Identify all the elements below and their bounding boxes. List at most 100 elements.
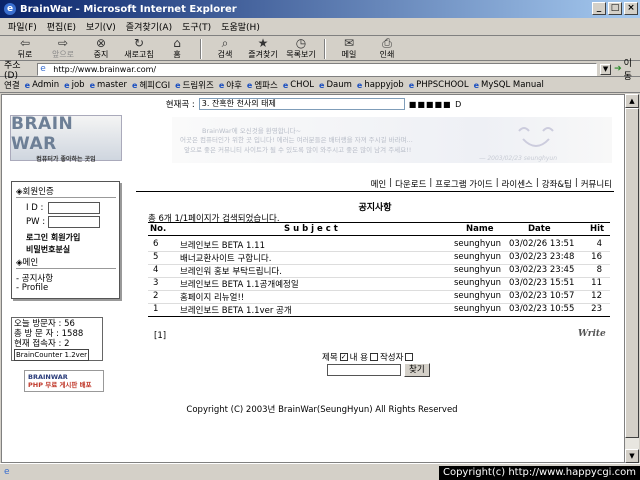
row-hit: 11: [591, 278, 602, 288]
row-subject-link[interactable]: 홈페이지 리뉴얼!!: [180, 291, 244, 303]
link-page-icon: e: [356, 80, 363, 90]
author-checkbox[interactable]: [405, 353, 414, 361]
search-icon: ⌕: [221, 36, 229, 50]
refresh-button[interactable]: ↻ 새로고침: [122, 37, 156, 60]
window-title: BrainWar - Microsoft Internet Explorer: [20, 3, 237, 15]
mail-button[interactable]: ✉ 메일: [332, 37, 366, 60]
row-subject-link[interactable]: 브레인보드 BETA 1.1공개예정일: [180, 278, 299, 290]
table-row[interactable]: 5 배너교환사이트 구합니다. seunghyun 03/02/23 23:48…: [148, 252, 610, 264]
link-happyjob[interactable]: e happyjob: [357, 80, 404, 90]
banner-line-2: 어곳은 컴퓨터인가 위한 곳 입니다! 에러는 여러분들은 배터랭을 자져 주시…: [180, 136, 413, 144]
col-no: No.: [150, 224, 167, 234]
history-button[interactable]: ◷ 목록보기: [284, 37, 318, 60]
link-admin[interactable]: e Admin: [25, 80, 60, 90]
nav-program-guide[interactable]: 프로그램 가이드: [435, 178, 492, 190]
nav-main[interactable]: 메인: [371, 178, 387, 190]
link-happycgi[interactable]: e 헤피CGI: [132, 79, 170, 92]
nav-license[interactable]: 라이센스: [502, 178, 533, 190]
id-label: I D :: [26, 203, 44, 213]
link-phpschool[interactable]: e PHPSCHOOL: [409, 80, 469, 90]
address-input[interactable]: e http://www.brainwar.com/: [37, 62, 598, 76]
music-song-box: 3. 잔혹한 천사의 태제: [198, 98, 405, 110]
row-date: 03/02/23 23:45: [509, 265, 575, 275]
lost-password-link[interactable]: 비밀번호분실: [26, 244, 70, 255]
address-dropdown-button[interactable]: ▼: [600, 63, 612, 75]
menu-profile-link[interactable]: - Profile: [16, 283, 48, 293]
member-header: ◈회원인증: [16, 187, 54, 197]
table-row[interactable]: 2 홈페이지 리뉴얼!! seunghyun 03/02/23 10:57 12: [148, 291, 610, 303]
scroll-thumb[interactable]: [625, 108, 639, 438]
row-subject-link[interactable]: 브레인워 홍보 부탁드립니다.: [180, 265, 282, 277]
counter-version[interactable]: BrainCounter 1.2ver: [14, 349, 90, 361]
link-master[interactable]: e master: [90, 80, 127, 90]
site-logo[interactable]: BRAIN WAR 컴퓨터가 좋아하는 곳임: [10, 113, 122, 163]
link-page-icon: e: [175, 80, 181, 90]
link-yahoo[interactable]: e 야후: [219, 79, 242, 92]
login-join-link[interactable]: 로그인 회원가입: [26, 232, 80, 243]
nav-tips[interactable]: 강좌&팁: [542, 178, 572, 190]
link-job[interactable]: e job: [64, 80, 84, 90]
table-row[interactable]: 4 브레인워 홍보 부탁드립니다. seunghyun 03/02/23 23:…: [148, 265, 610, 277]
logo-subtitle: 컴퓨터가 좋아하는 곳임: [36, 155, 96, 163]
menu-tools[interactable]: 도구(T): [182, 20, 211, 33]
row-date: 03/02/23 10:55: [509, 304, 575, 314]
table-row[interactable]: 1 브레인보드 BETA 1.1ver 공개 seunghyun 03/02/2…: [148, 304, 610, 316]
search-submit-button[interactable]: 찾기: [404, 363, 430, 377]
vertical-scrollbar[interactable]: ▲ ▼: [625, 94, 639, 463]
subject-option-label: 제목: [322, 353, 338, 363]
table-top-line: [148, 222, 610, 223]
id-input[interactable]: [48, 202, 100, 214]
search-button[interactable]: ⌕ 검색: [208, 37, 242, 60]
password-input[interactable]: [48, 216, 100, 228]
link-chol[interactable]: e CHOL: [283, 80, 314, 90]
stop-button[interactable]: ⊗ 중지: [84, 37, 118, 60]
menu-view[interactable]: 보기(V): [86, 20, 116, 33]
row-subject-link[interactable]: 배너교환사이트 구합니다.: [180, 252, 271, 264]
subject-checkbox[interactable]: ✓: [339, 353, 348, 361]
scroll-down-arrow-icon[interactable]: ▼: [625, 449, 639, 463]
search-options: 제목 ✓ 내 용 작성자: [322, 351, 414, 363]
link-page-icon: e: [282, 80, 289, 90]
logo-title: BRAIN WAR: [11, 113, 74, 154]
nav-download[interactable]: 다운로드: [395, 178, 426, 190]
scroll-up-arrow-icon[interactable]: ▲: [625, 94, 639, 108]
favorites-button[interactable]: ★ 즐겨찾기: [246, 37, 280, 60]
top-nav: 메인 | 다운로드 | 프로그램 가이드 | 라이센스 | 강좌&팁 | 커뮤니티: [342, 178, 612, 190]
go-arrow-icon: ➔: [614, 64, 622, 74]
print-icon: ⎙: [382, 36, 392, 50]
menu-edit[interactable]: 편집(E): [47, 20, 76, 33]
brainwar-badge[interactable]: BRAINWAR PHP 무료 게시판 배포: [24, 370, 104, 392]
search-row: 찾기: [327, 363, 430, 377]
forward-button[interactable]: ⇨ 앞으로: [46, 37, 80, 60]
close-button[interactable]: ×: [624, 2, 638, 15]
history-icon: ◷: [295, 36, 307, 50]
maximize-button[interactable]: □: [608, 2, 622, 15]
table-row[interactable]: 6 브레인보드 BETA 1.11 seunghyun 03/02/26 13:…: [148, 239, 610, 251]
link-daum[interactable]: e Daum: [319, 80, 352, 90]
nav-community[interactable]: 커뮤니티: [581, 178, 612, 190]
print-button[interactable]: ⎙ 인쇄: [370, 37, 404, 60]
row-subject-link[interactable]: 브레인보드 BETA 1.11: [180, 239, 265, 251]
row-hit: 8: [596, 265, 602, 275]
pagination[interactable]: [1]: [154, 331, 166, 341]
write-button[interactable]: Write: [578, 329, 606, 339]
music-controls[interactable]: ■■■■■ D: [409, 100, 463, 109]
menu-file[interactable]: 파일(F): [8, 20, 37, 33]
table-row[interactable]: 3 브레인보드 BETA 1.1공개예정일 seunghyun 03/02/23…: [148, 278, 610, 290]
col-name: Name: [466, 224, 494, 234]
link-dreamwiz[interactable]: e 드림위즈: [175, 79, 214, 92]
minimize-button[interactable]: _: [592, 2, 606, 15]
link-empas[interactable]: e 엠파스: [247, 79, 278, 92]
row-subject-link[interactable]: 브레인보드 BETA 1.1ver 공개: [180, 304, 292, 316]
menu-help[interactable]: 도움말(H): [221, 20, 260, 33]
visitor-counter: 오늘 방문자 : 56 총 방 문 자 : 1588 현재 접속자 : 2 Br…: [11, 317, 103, 361]
menu-favorites[interactable]: 즐겨찾기(A): [126, 20, 172, 33]
favorites-icon: ★: [257, 36, 269, 50]
divider: [16, 197, 116, 198]
search-input[interactable]: [327, 364, 401, 376]
nav-separator: |: [574, 178, 578, 188]
link-mysql-manual[interactable]: e MySQL Manual: [474, 80, 544, 90]
content-checkbox[interactable]: [369, 353, 378, 361]
home-button[interactable]: ⌂ 홈: [160, 37, 194, 60]
page-footer: Copyright (C) 2003년 BrainWar(SeungHyun) …: [186, 405, 458, 415]
